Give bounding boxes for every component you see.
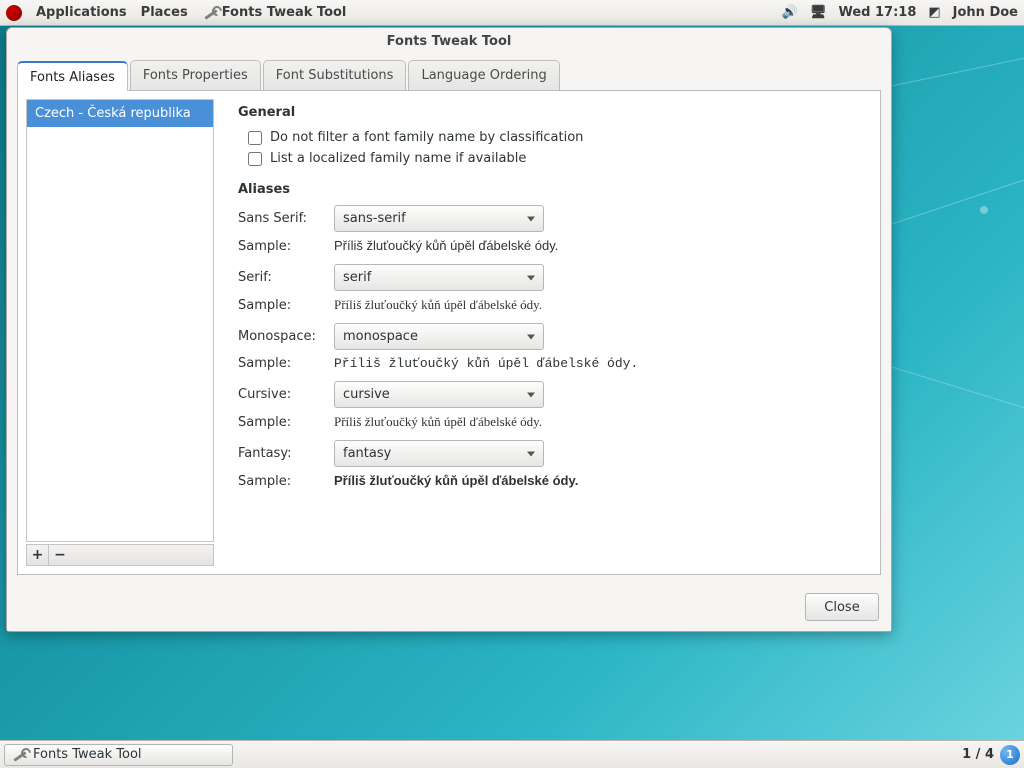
taskbar-app-label: Fonts Tweak Tool (33, 747, 142, 762)
sample-label-cursive: Sample: (238, 415, 328, 430)
general-heading: General (238, 105, 862, 120)
window-title: Fonts Tweak Tool (387, 34, 512, 49)
menu-places[interactable]: Places (141, 5, 188, 20)
checkbox-no-filter[interactable]: Do not filter a font family name by clas… (248, 130, 862, 145)
tab-fonts-aliases[interactable]: Fonts Aliases (17, 61, 128, 91)
close-button[interactable]: Close (805, 593, 879, 621)
tab-font-substitutions[interactable]: Font Substitutions (263, 60, 407, 90)
alias-cursive-combo[interactable]: cursive (334, 381, 544, 408)
language-list[interactable]: Czech - Česká republika (26, 99, 214, 542)
workspace-indicator[interactable]: 1 / 4 (962, 747, 994, 762)
menu-current-app[interactable]: Fonts Tweak Tool (202, 5, 347, 21)
sample-text-fantasy: Příliš žluťoučký kůň úpěl ďábelské ódy. (334, 473, 862, 488)
alias-cursive-value: cursive (343, 387, 390, 402)
presence-icon[interactable]: ◩ (928, 5, 940, 20)
sample-text-serif: Příliš žluťoučký kůň úpěl ďábelské ódy. (334, 297, 862, 313)
sample-text-mono: Příliš žluťoučký kůň úpěl ďábelské ódy. (334, 356, 862, 371)
checkbox-localized-input[interactable] (248, 152, 262, 166)
settings-pane: General Do not filter a font family name… (218, 91, 880, 574)
tab-language-ordering[interactable]: Language Ordering (408, 60, 559, 90)
alias-sans-value: sans-serif (343, 211, 406, 226)
alias-serif-value: serif (343, 270, 371, 285)
taskbar-app-button[interactable]: Fonts Tweak Tool (4, 744, 233, 766)
checkbox-no-filter-label: Do not filter a font family name by clas… (270, 130, 583, 145)
wrench-icon (11, 747, 27, 763)
alias-serif-combo[interactable]: serif (334, 264, 544, 291)
sample-label-serif: Sample: (238, 298, 328, 313)
window-titlebar[interactable]: Fonts Tweak Tool (7, 28, 891, 54)
alias-fantasy-value: fantasy (343, 446, 391, 461)
distro-icon (6, 5, 22, 21)
sample-label-fantasy: Sample: (238, 474, 328, 489)
alias-sans-combo[interactable]: sans-serif (334, 205, 544, 232)
checkbox-no-filter-input[interactable] (248, 131, 262, 145)
alias-mono-value: monospace (343, 329, 418, 344)
bottom-panel: Fonts Tweak Tool 1 / 4 1 (0, 740, 1024, 768)
alias-mono-label: Monospace: (238, 329, 328, 344)
network-icon[interactable]: 🖥 (810, 5, 827, 20)
remove-language-button[interactable]: − (49, 545, 71, 565)
workspace-badge[interactable]: 1 (1000, 745, 1020, 765)
clock[interactable]: Wed 17:18 (838, 5, 916, 20)
fonts-tweak-window: Fonts Tweak Tool Fonts Aliases Fonts Pro… (6, 27, 892, 632)
aliases-heading: Aliases (238, 182, 862, 197)
language-list-toolbar: + − (26, 544, 214, 566)
top-panel: Applications Places Fonts Tweak Tool 🔊 🖥… (0, 0, 1024, 26)
alias-fantasy-label: Fantasy: (238, 446, 328, 461)
language-item-czech[interactable]: Czech - Česká republika (27, 100, 213, 127)
alias-cursive-label: Cursive: (238, 387, 328, 402)
tab-fonts-properties[interactable]: Fonts Properties (130, 60, 261, 90)
user-menu[interactable]: John Doe (953, 5, 1018, 20)
alias-serif-label: Serif: (238, 270, 328, 285)
menu-applications[interactable]: Applications (36, 5, 127, 20)
sample-label-mono: Sample: (238, 356, 328, 371)
alias-fantasy-combo[interactable]: fantasy (334, 440, 544, 467)
alias-mono-combo[interactable]: monospace (334, 323, 544, 350)
wrench-icon (202, 5, 218, 21)
checkbox-localized-label: List a localized family name if availabl… (270, 151, 526, 166)
sample-text-cursive: Příliš žluťoučký kůň úpěl ďábelské ódy. (334, 414, 862, 430)
tab-bar: Fonts Aliases Fonts Properties Font Subs… (17, 60, 881, 91)
sample-label-sans: Sample: (238, 239, 328, 254)
checkbox-localized[interactable]: List a localized family name if availabl… (248, 151, 862, 166)
current-app-label: Fonts Tweak Tool (222, 5, 347, 20)
alias-sans-label: Sans Serif: (238, 211, 328, 226)
sample-text-sans: Příliš žluťoučký kůň úpěl ďábelské ódy. (334, 238, 862, 253)
volume-icon[interactable]: 🔊 (782, 5, 798, 20)
add-language-button[interactable]: + (27, 545, 49, 565)
language-panel: Czech - Česká republika + − (18, 91, 218, 574)
